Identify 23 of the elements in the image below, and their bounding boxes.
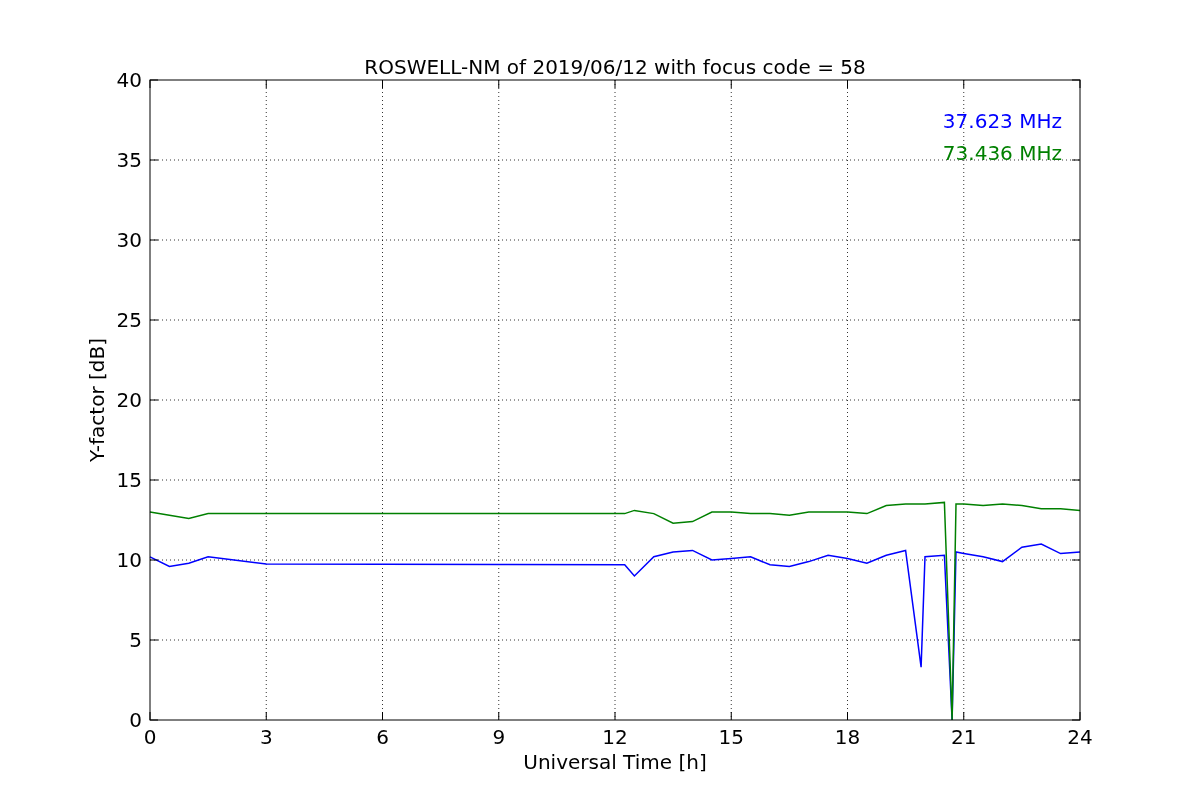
x-tick-label: 15	[718, 725, 744, 749]
legend-label: 73.436 MHz	[942, 141, 1062, 165]
x-tick-label: 0	[143, 725, 157, 749]
y-tick-label: 10	[116, 548, 142, 572]
x-tick-label: 6	[376, 725, 389, 749]
y-axis-label: Y-factor [dB]	[85, 338, 109, 462]
y-tick-label: 0	[129, 708, 142, 732]
y-tick-label: 40	[116, 68, 142, 92]
chart-title: ROSWELL-NM of 2019/06/12 with focus code = 58	[364, 55, 866, 79]
y-tick-label: 20	[116, 388, 142, 412]
x-tick-label: 24	[1067, 725, 1093, 749]
x-tick-label: 18	[834, 725, 861, 749]
y-tick-label: 15	[116, 468, 142, 492]
legend-label: 37.623 MHz	[942, 109, 1062, 133]
x-axis-label: Universal Time [h]	[523, 750, 707, 774]
x-tick-label: 12	[602, 725, 628, 749]
y-tick-label: 35	[116, 148, 142, 172]
y-tick-label: 25	[116, 308, 142, 332]
x-tick-label: 21	[951, 725, 977, 749]
x-tick-label: 3	[259, 725, 273, 749]
y-tick-label: 5	[129, 628, 142, 652]
x-tick-label: 9	[492, 725, 506, 749]
y-tick-label: 30	[116, 228, 142, 252]
